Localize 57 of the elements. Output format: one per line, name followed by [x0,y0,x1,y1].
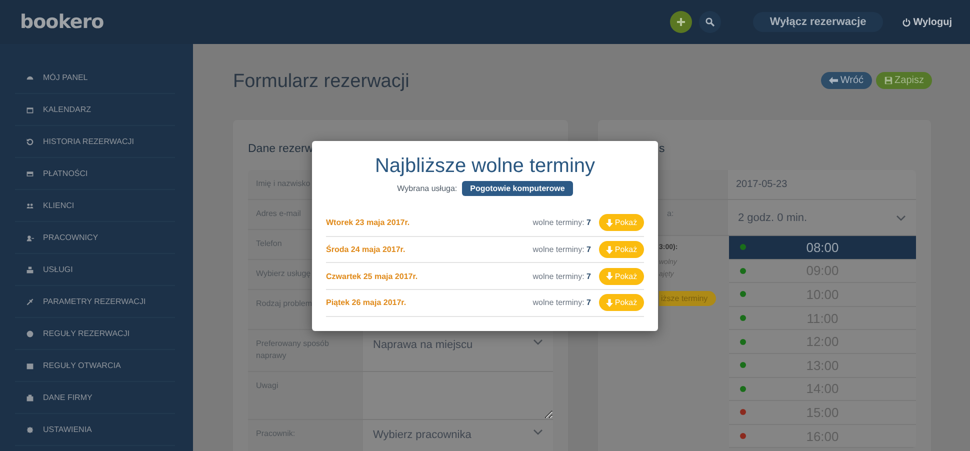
show-button[interactable]: Pokaż [599,214,644,232]
power-icon [902,18,912,26]
sidebar-item[interactable]: REGUŁY OTWARCIA [15,350,175,382]
history-icon [26,138,34,146]
gear-icon [26,426,34,434]
user-plus-icon [26,234,34,242]
time-slot[interactable]: 08:00 [729,236,916,260]
logout-button[interactable]: Wyloguj [902,16,952,28]
sidebar-item[interactable]: USŁUGI [15,254,175,286]
free-slots-count: wolne terminy: 7 [532,218,591,228]
sidebar-item[interactable]: USTAWIENIA [15,414,175,446]
select-field[interactable]: Naprawa na miejscu [363,330,553,371]
chevron-down-icon [896,214,906,220]
disable-bookings-button[interactable]: Wyłącz rezerwacje [752,12,884,32]
show-button[interactable]: Pokaż [599,241,644,258]
arrow-down-icon [606,272,613,280]
logo[interactable]: bookero [20,11,104,33]
briefcase-icon [26,394,34,402]
sidebar-item[interactable]: REGUŁY REZERWACJI [15,318,175,350]
sidebar-item[interactable]: KALENDARZ [15,94,175,126]
sidebar-item[interactable]: PŁATNOŚCI [15,158,175,190]
users-icon [26,202,34,210]
show-button[interactable]: Pokaż [599,294,644,312]
free-slots-count: wolne terminy: 7 [532,272,591,281]
back-button[interactable]: Wróć [821,72,872,89]
dashboard-icon [26,74,34,82]
show-button[interactable]: Pokaż [599,268,644,285]
sidebar-item[interactable]: PARAMETRY REZERWACJI [15,286,175,318]
select-field[interactable]: Wybierz pracownika [363,420,553,451]
sidebar-item[interactable]: HISTORIA REZERWACJI [15,126,175,158]
save-button[interactable]: Zapisz [876,72,932,89]
card-heading: s [659,143,665,155]
service-badge: Pogotowie komputerowe [462,181,573,196]
sidebar-item[interactable]: MÓJ PANEL [15,62,175,94]
floppy-icon [884,76,893,85]
plus-icon [676,17,686,27]
arrow-down-icon [606,246,613,254]
arrow-down-icon [606,218,613,227]
free-slots-count: wolne terminy: 7 [532,245,591,254]
card-heading: Dane rezerw [248,143,314,157]
date-field[interactable]: 2017-05-23 [728,170,916,199]
free-slots-count: wolne terminy: 7 [532,298,591,308]
sidebar-item[interactable]: PRACOWNICY [15,222,175,254]
duration-select[interactable]: 2 godz. 0 min. [728,200,916,235]
search-button[interactable] [698,11,721,33]
add-button[interactable] [670,11,692,33]
sidebar-item[interactable]: DANE FIRMY [15,382,175,414]
service-label: Wybrana usługa: [397,184,458,193]
chevron-down-icon [533,429,543,435]
card-icon [26,170,34,178]
arrow-left-icon [829,76,838,85]
page-title: Formularz rezerwacji [233,71,410,93]
chevron-down-icon [533,339,543,345]
dialog-title: Najbliższe wolne terminy [374,155,596,178]
sidebar-item[interactable]: KLIENCI [15,190,175,222]
search-icon [704,17,715,27]
arrow-down-icon [606,298,613,307]
